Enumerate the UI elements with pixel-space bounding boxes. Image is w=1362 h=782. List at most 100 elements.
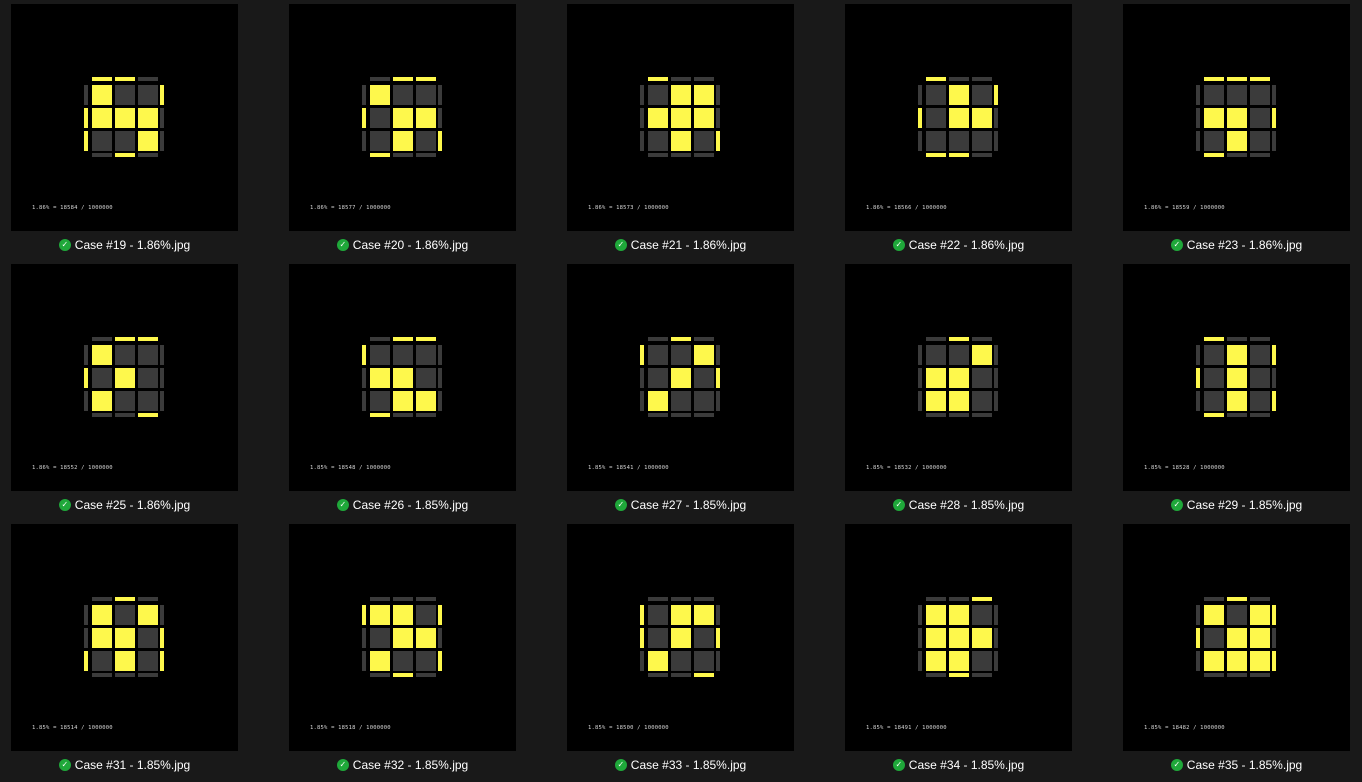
left-edge-strip [640,391,644,411]
file-caption[interactable]: ✓ Case #22 - 1.86%.jpg [845,238,1072,252]
file-name[interactable]: Case #28 - 1.85%.jpg [909,498,1024,512]
file-thumbnail[interactable]: 1.86% = 18559 / 1000000 [1123,4,1350,231]
face-sticker [648,391,668,411]
file-thumbnail[interactable]: 1.85% = 18532 / 1000000 [845,264,1072,491]
face-sticker [1250,651,1270,671]
file-caption[interactable]: ✓ Case #28 - 1.85%.jpg [845,498,1072,512]
file-name[interactable]: Case #19 - 1.86%.jpg [75,238,190,252]
file-tile[interactable]: 1.85% = 18528 / 1000000 ✓ Case #29 - 1.85%… [1123,264,1362,520]
face-sticker [138,131,158,151]
file-thumbnail[interactable]: 1.85% = 18514 / 1000000 [11,524,238,751]
file-caption[interactable]: ✓ Case #32 - 1.85%.jpg [289,758,516,772]
top-edge-strip [671,597,691,601]
file-tile[interactable]: 1.85% = 18518 / 1000000 ✓ Case #32 - 1.85%… [289,524,529,780]
file-tile[interactable]: 1.85% = 18514 / 1000000 ✓ Case #31 - 1.85%… [11,524,251,780]
file-name[interactable]: Case #23 - 1.86%.jpg [1187,238,1302,252]
top-edge-strip [92,597,112,601]
file-caption[interactable]: ✓ Case #20 - 1.86%.jpg [289,238,516,252]
right-edge-strip [160,368,164,388]
bottom-edge-strip [972,413,992,417]
file-thumbnail[interactable]: 1.85% = 18482 / 1000000 [1123,524,1350,751]
left-edge-strip [84,605,88,625]
left-edge-strip [1196,345,1200,365]
face-sticker [694,85,714,105]
file-tile[interactable]: 1.86% = 18552 / 1000000 ✓ Case #25 - 1.86%… [11,264,251,520]
top-edge-strip [1227,597,1247,601]
face-sticker [1250,391,1270,411]
left-edge-strip [918,391,922,411]
file-name[interactable]: Case #20 - 1.86%.jpg [353,238,468,252]
file-tile[interactable]: 1.86% = 18559 / 1000000 ✓ Case #23 - 1.86%… [1123,4,1362,260]
file-name[interactable]: Case #22 - 1.86%.jpg [909,238,1024,252]
file-thumbnail[interactable]: 1.86% = 18552 / 1000000 [11,264,238,491]
file-name[interactable]: Case #26 - 1.85%.jpg [353,498,468,512]
file-name[interactable]: Case #25 - 1.86%.jpg [75,498,190,512]
file-caption[interactable]: ✓ Case #34 - 1.85%.jpg [845,758,1072,772]
file-name[interactable]: Case #21 - 1.86%.jpg [631,238,746,252]
right-edge-strip [1272,605,1276,625]
file-thumbnail[interactable]: 1.85% = 18500 / 1000000 [567,524,794,751]
file-name[interactable]: Case #32 - 1.85%.jpg [353,758,468,772]
file-caption[interactable]: ✓ Case #35 - 1.85%.jpg [1123,758,1350,772]
file-thumbnail[interactable]: 1.85% = 18518 / 1000000 [289,524,516,751]
file-thumbnail[interactable]: 1.86% = 18577 / 1000000 [289,4,516,231]
file-tile[interactable]: 1.85% = 18491 / 1000000 ✓ Case #34 - 1.85%… [845,524,1085,780]
probability-label: 1.85% = 18532 / 1000000 [866,465,947,471]
file-caption[interactable]: ✓ Case #23 - 1.86%.jpg [1123,238,1350,252]
file-thumbnail[interactable]: 1.86% = 18573 / 1000000 [567,4,794,231]
file-name[interactable]: Case #35 - 1.85%.jpg [1187,758,1302,772]
file-thumbnail[interactable]: 1.85% = 18541 / 1000000 [567,264,794,491]
face-sticker [138,85,158,105]
bottom-edge-strip [648,153,668,157]
file-caption[interactable]: ✓ Case #25 - 1.86%.jpg [11,498,238,512]
face-sticker [972,85,992,105]
file-tile[interactable]: 1.86% = 18577 / 1000000 ✓ Case #20 - 1.86%… [289,4,529,260]
file-tile[interactable]: 1.85% = 18532 / 1000000 ✓ Case #28 - 1.85%… [845,264,1085,520]
face-sticker [115,368,135,388]
file-thumbnail[interactable]: 1.86% = 18584 / 1000000 [11,4,238,231]
face-sticker [92,391,112,411]
face-sticker [1204,131,1224,151]
cube-face-diagram [640,77,720,157]
left-edge-strip [1196,85,1200,105]
file-thumbnail[interactable]: 1.85% = 18491 / 1000000 [845,524,1072,751]
file-thumbnail[interactable]: 1.85% = 18528 / 1000000 [1123,264,1350,491]
file-tile[interactable]: 1.86% = 18573 / 1000000 ✓ Case #21 - 1.86%… [567,4,807,260]
bottom-edge-strip [416,153,436,157]
cube-face-diagram [918,77,998,157]
file-name[interactable]: Case #33 - 1.85%.jpg [631,758,746,772]
thumbnail-grid: 1.86% = 18584 / 1000000 ✓ Case #19 - 1.86%… [0,0,1362,782]
file-thumbnail[interactable]: 1.85% = 18548 / 1000000 [289,264,516,491]
file-caption[interactable]: ✓ Case #33 - 1.85%.jpg [567,758,794,772]
face-sticker [1227,605,1247,625]
file-tile[interactable]: 1.86% = 18566 / 1000000 ✓ Case #22 - 1.86%… [845,4,1085,260]
probability-label: 1.85% = 18528 / 1000000 [1144,465,1225,471]
face-sticker [949,368,969,388]
file-tile[interactable]: 1.85% = 18541 / 1000000 ✓ Case #27 - 1.85%… [567,264,807,520]
file-name[interactable]: Case #27 - 1.85%.jpg [631,498,746,512]
checkmark-icon: ✓ [336,759,349,771]
left-edge-strip [84,85,88,105]
right-edge-strip [1272,345,1276,365]
file-tile[interactable]: 1.86% = 18584 / 1000000 ✓ Case #19 - 1.86%… [11,4,251,260]
left-edge-strip [362,628,366,648]
file-caption[interactable]: ✓ Case #19 - 1.86%.jpg [11,238,238,252]
file-caption[interactable]: ✓ Case #27 - 1.85%.jpg [567,498,794,512]
face-sticker [1227,368,1247,388]
file-thumbnail[interactable]: 1.86% = 18566 / 1000000 [845,4,1072,231]
file-name[interactable]: Case #31 - 1.85%.jpg [75,758,190,772]
face-sticker [92,131,112,151]
file-name[interactable]: Case #29 - 1.85%.jpg [1187,498,1302,512]
file-name[interactable]: Case #34 - 1.85%.jpg [909,758,1024,772]
face-sticker [648,651,668,671]
file-caption[interactable]: ✓ Case #31 - 1.85%.jpg [11,758,238,772]
file-tile[interactable]: 1.85% = 18548 / 1000000 ✓ Case #26 - 1.85%… [289,264,529,520]
file-tile[interactable]: 1.85% = 18500 / 1000000 ✓ Case #33 - 1.85%… [567,524,807,780]
face-sticker [949,108,969,128]
face-sticker [926,605,946,625]
file-caption[interactable]: ✓ Case #26 - 1.85%.jpg [289,498,516,512]
file-tile[interactable]: 1.85% = 18482 / 1000000 ✓ Case #35 - 1.85%… [1123,524,1362,780]
file-caption[interactable]: ✓ Case #29 - 1.85%.jpg [1123,498,1350,512]
file-caption[interactable]: ✓ Case #21 - 1.86%.jpg [567,238,794,252]
face-sticker [1250,345,1270,365]
